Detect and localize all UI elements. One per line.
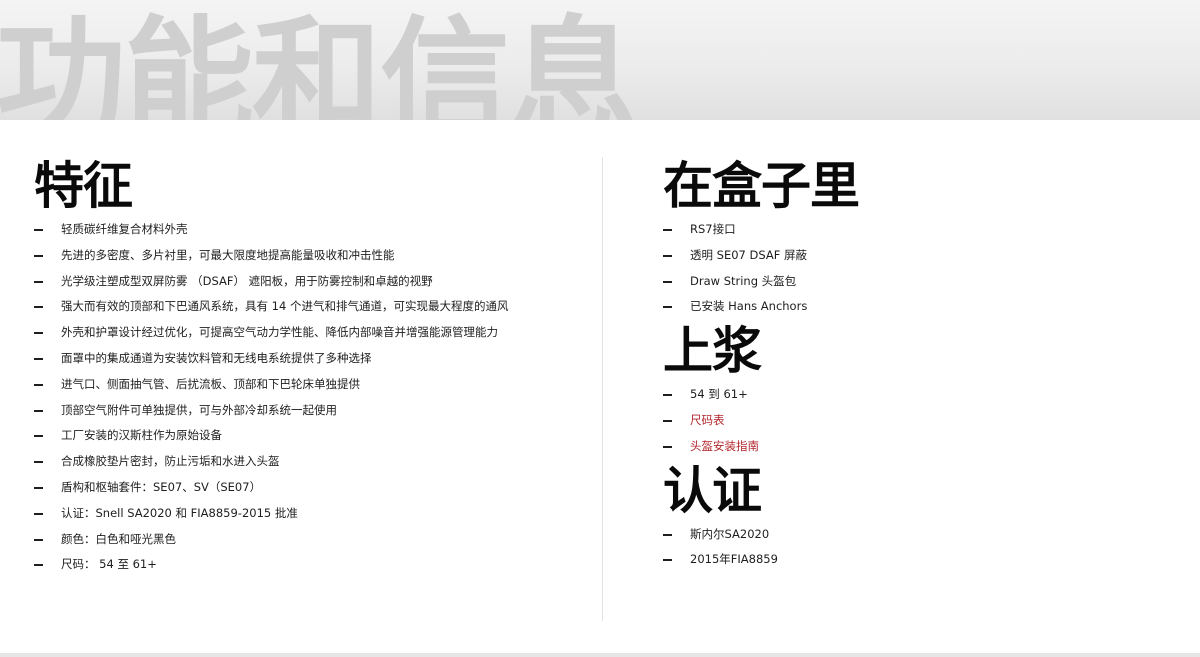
list-item: 先进的多密度、多片衬里，可最大限度地提高能量吸收和冲击性能 — [34, 243, 594, 269]
dash-icon — [34, 280, 43, 283]
list-item: 盾构和枢轴套件：SE07、SV（SE07） — [34, 475, 594, 501]
list-item: 尺码： 54 至 61+ — [34, 552, 594, 578]
dash-icon — [34, 512, 43, 515]
list-item: RS7接口 — [663, 217, 1183, 243]
dash-icon — [34, 435, 43, 438]
sizing-title: 上浆 — [663, 322, 762, 381]
list-item: 斯内尔SA2020 — [663, 522, 1183, 548]
column-divider — [602, 157, 603, 621]
list-item: 面罩中的集成通道为安装饮料管和无线电系统提供了多种选择 — [34, 346, 594, 372]
right-column: 在盒子里 RS7接口 透明 SE07 DSAF 屏蔽 Draw String 头… — [663, 155, 1183, 573]
dash-icon — [34, 357, 43, 360]
dash-icon — [34, 564, 43, 567]
dash-icon — [663, 445, 672, 448]
dash-icon — [663, 533, 672, 536]
list-item: 54 到 61+ — [663, 382, 1183, 408]
bottom-rule — [0, 653, 1200, 657]
list-item: 强大而有效的顶部和下巴通风系统，具有 14 个进气和排气通道，可实现最大程度的通… — [34, 294, 594, 320]
in-box-title: 在盒子里 — [663, 157, 860, 215]
dash-icon — [663, 280, 672, 283]
dash-icon — [663, 394, 672, 397]
dash-icon — [34, 254, 43, 257]
dash-icon — [663, 229, 672, 231]
list-item: 轻质碳纤维复合材料外壳 — [34, 217, 594, 243]
list-item: 合成橡胶垫片密封，防止污垢和水进入头盔 — [34, 449, 594, 475]
list-item: 颜色：白色和哑光黑色 — [34, 527, 594, 553]
in-box-list: RS7接口 透明 SE07 DSAF 屏蔽 Draw String 头盔包 已安… — [663, 217, 1183, 320]
page-title: 功能和信息 — [0, 3, 638, 120]
list-item: 进气口、侧面抽气管、后扰流板、顶部和下巴轮床单独提供 — [34, 372, 594, 398]
features-section: 特征 轻质碳纤维复合材料外壳 先进的多密度、多片衬里，可最大限度地提高能量吸收和… — [34, 155, 594, 578]
dash-icon — [663, 254, 672, 257]
sizing-list: 54 到 61+ 尺码表 头盔安装指南 — [663, 382, 1183, 459]
dash-icon — [34, 383, 43, 386]
dash-icon — [34, 306, 43, 309]
dash-icon — [34, 229, 43, 231]
list-item: 认证：Snell SA2020 和 FIA8859-2015 批准 — [34, 501, 594, 527]
features-list: 轻质碳纤维复合材料外壳 先进的多密度、多片衬里，可最大限度地提高能量吸收和冲击性… — [34, 217, 594, 578]
dash-icon — [663, 419, 672, 422]
certification-title: 认证 — [663, 461, 762, 520]
features-title: 特征 — [34, 157, 133, 215]
list-item: 光学级注塑成型双屏防雾 （DSAF） 遮阳板，用于防雾控制和卓越的视野 — [34, 269, 594, 295]
dash-icon — [663, 559, 672, 562]
list-item: 外壳和护罩设计经过优化，可提高空气动力学性能、降低内部噪音并增强能源管理能力 — [34, 320, 594, 346]
header-band: 功能和信息 — [0, 0, 1200, 120]
list-item: Draw String 头盔包 — [663, 269, 1183, 295]
dash-icon — [34, 461, 43, 464]
list-item: 已安装 Hans Anchors — [663, 294, 1183, 320]
dash-icon — [663, 306, 672, 309]
dash-icon — [34, 486, 43, 489]
dash-icon — [34, 332, 43, 335]
list-item: 透明 SE07 DSAF 屏蔽 — [663, 243, 1183, 269]
dash-icon — [34, 409, 43, 412]
list-item: 顶部空气附件可单独提供，可与外部冷却系统一起使用 — [34, 398, 594, 424]
dash-icon — [34, 538, 43, 541]
helmet-fit-guide-link[interactable]: 头盔安装指南 — [663, 434, 1183, 460]
size-chart-link[interactable]: 尺码表 — [663, 408, 1183, 434]
certification-list: 斯内尔SA2020 2015年FIA8859 — [663, 522, 1183, 574]
list-item: 工厂安装的汉斯柱作为原始设备 — [34, 423, 594, 449]
list-item: 2015年FIA8859 — [663, 547, 1183, 573]
